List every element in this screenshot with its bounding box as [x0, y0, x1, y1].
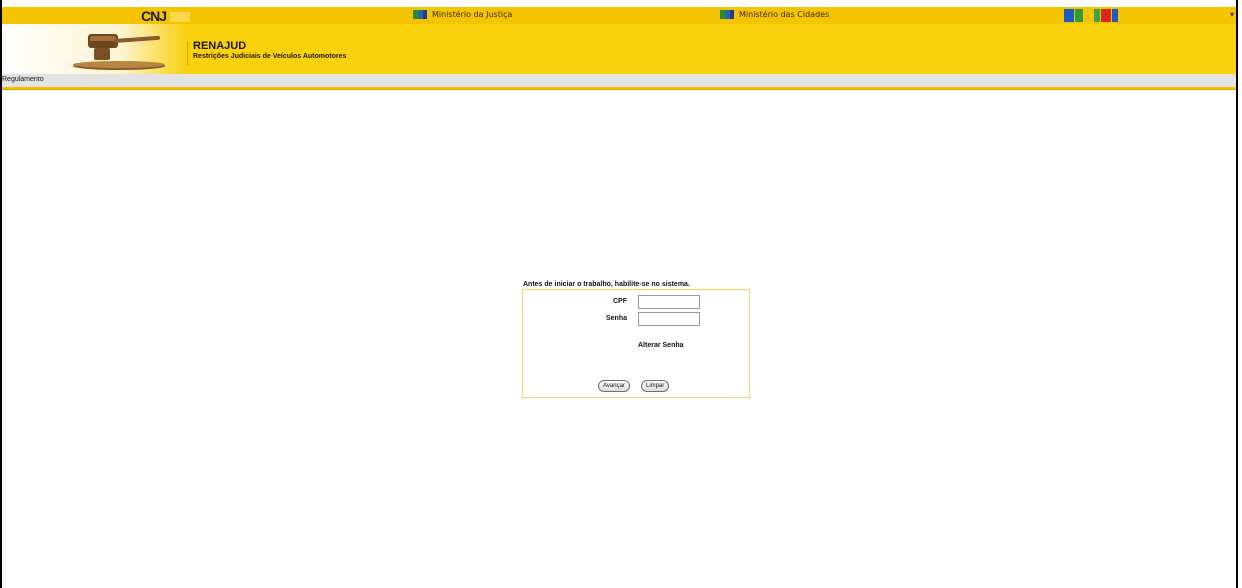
- ministerio-justica-link[interactable]: Ministério da Justiça: [413, 10, 512, 19]
- senha-label: Senha: [605, 315, 627, 322]
- ministerio-cidades-link[interactable]: Ministério das Cidades: [720, 10, 829, 19]
- brasil-logo-part: [1084, 9, 1093, 22]
- cnj-logo-tail: [170, 12, 190, 22]
- menu-bar: Regulamento: [2, 74, 1236, 87]
- system-subtitle: Restrições Judiciais de Veículos Automot…: [193, 53, 347, 60]
- senha-input[interactable]: [638, 312, 700, 326]
- gavel-icon: [73, 34, 165, 70]
- ministry-logo-icon: [413, 10, 427, 19]
- cnj-logo[interactable]: CNJ: [141, 8, 167, 24]
- brasil-logo-part: [1075, 9, 1083, 22]
- header-divider: [187, 41, 188, 65]
- government-bar: CNJ Ministério da Justiça Ministério das…: [2, 7, 1236, 24]
- cpf-label: CPF: [613, 298, 627, 305]
- limpar-button[interactable]: Limpar: [641, 380, 670, 392]
- menu-item-regulamento[interactable]: Regulamento: [2, 76, 44, 83]
- ministerio-justica-label: Ministério da Justiça: [432, 10, 513, 19]
- page: CNJ Ministério da Justiça Ministério das…: [0, 0, 1238, 588]
- ministerio-cidades-label: Ministério das Cidades: [739, 10, 830, 19]
- avancar-button[interactable]: Avançar: [598, 380, 630, 392]
- chevron-down-icon[interactable]: ▾: [1230, 10, 1234, 19]
- renajud-header: RENAJUD Restrições Judiciais de Veículos…: [2, 24, 1236, 74]
- cpf-input[interactable]: [638, 295, 700, 309]
- login-instructions: Antes de iniciar o trabalho, habilite-se…: [523, 281, 690, 288]
- brasil-logo-part: [1064, 9, 1074, 22]
- brasil-logo-part: [1094, 9, 1100, 22]
- menu-divider: [2, 89, 1236, 90]
- brasil-logo-part: [1112, 9, 1118, 22]
- alterar-senha-link[interactable]: Alterar Senha: [638, 342, 684, 349]
- brasil-logo-part: [1101, 9, 1111, 22]
- login-form: CPF Senha Alterar Senha Avançar Limpar: [522, 289, 750, 398]
- ministry-logo-icon: [720, 10, 734, 19]
- brasil-logo[interactable]: [1064, 9, 1118, 22]
- system-title: RENAJUD: [193, 40, 247, 52]
